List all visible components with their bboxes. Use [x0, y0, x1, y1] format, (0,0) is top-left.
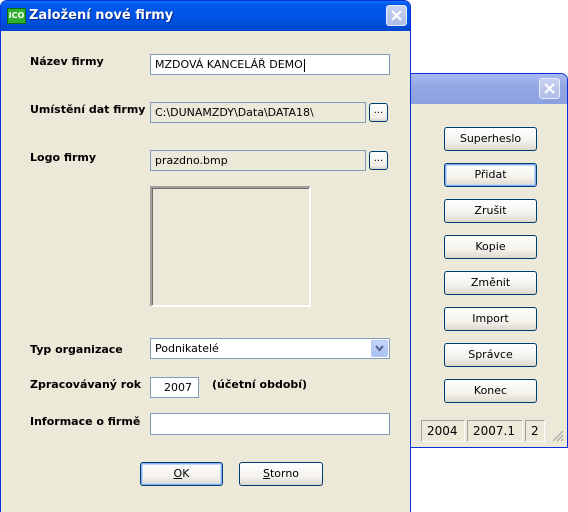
company-name-label: Název firmy [30, 55, 104, 68]
status-cell-year: 2004 [421, 420, 465, 442]
new-company-dialog: ICO Založení nové firmy Název firmy MZDO… [0, 0, 411, 512]
data-location-input[interactable]: C:\DUNAMZDY\Data\DATA18\ [150, 102, 366, 123]
superheslo-button[interactable]: Superheslo [444, 127, 537, 151]
pridat-button[interactable]: Přidat [444, 163, 537, 187]
status-cell-version: 2007.1 [467, 420, 523, 442]
app-icon: ICO [7, 8, 26, 24]
year-input[interactable]: 2007 [150, 377, 199, 398]
cancel-button[interactable]: Storno [239, 462, 323, 486]
org-type-value: Podnikatelé [155, 342, 219, 355]
logo-preview [150, 186, 311, 307]
company-name-input[interactable]: MZDOVÁ KANCELÁŘ DEMO [150, 54, 390, 75]
logo-browse-button[interactable]: ... [369, 151, 388, 170]
ok-label-rest: K [182, 467, 190, 480]
cancel-label-rest: torno [269, 467, 300, 480]
ok-button[interactable]: OK [140, 462, 223, 486]
spravce-button[interactable]: Správce [444, 343, 537, 367]
org-type-select[interactable]: Podnikatelé [150, 338, 390, 359]
dialog-title: Založení nové firmy [29, 8, 174, 23]
konec-button[interactable]: Konec [444, 379, 537, 403]
text-caret [303, 58, 305, 72]
resize-grip-icon[interactable] [550, 428, 564, 442]
kopie-button[interactable]: Kopie [444, 235, 537, 259]
import-button[interactable]: Import [444, 307, 537, 331]
close-icon [391, 10, 402, 21]
year-note: (účetní období) [212, 378, 308, 391]
background-close-button[interactable] [539, 78, 560, 99]
cancel-accel: S [262, 467, 270, 480]
ok-accel: O [173, 467, 183, 480]
data-location-label: Umístění dat firmy [30, 103, 146, 116]
year-label: Zpracovávaný rok [30, 378, 142, 391]
dialog-close-button[interactable] [386, 5, 407, 26]
zmenit-button[interactable]: Změnit [444, 271, 537, 295]
data-location-browse-button[interactable]: ... [369, 103, 388, 122]
company-info-input[interactable] [150, 413, 390, 435]
company-info-label: Informace o firmě [30, 415, 141, 428]
background-window: Superheslo Přidat Zrušit Kopie Změnit Import S… [405, 73, 568, 448]
close-icon [544, 83, 555, 94]
status-cell-extra: 2 [525, 420, 545, 442]
org-type-dropdown-button[interactable] [371, 340, 388, 357]
company-name-value: MZDOVÁ KANCELÁŘ DEMO [155, 58, 303, 71]
logo-label: Logo firmy [30, 151, 97, 164]
org-type-label: Typ organizace [30, 343, 123, 356]
logo-file-input[interactable]: prazdno.bmp [150, 150, 366, 171]
zrusit-button[interactable]: Zrušit [444, 199, 537, 223]
chevron-down-icon [375, 345, 384, 352]
